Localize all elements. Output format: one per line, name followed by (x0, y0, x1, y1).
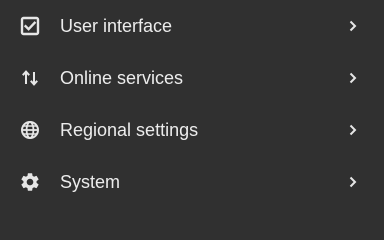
globe-icon (19, 119, 41, 141)
menu-item-system[interactable]: System (0, 156, 384, 208)
menu-item-label: User interface (60, 16, 173, 36)
settings-menu: User interface Online services Regional … (0, 0, 384, 216)
menu-item-user-interface[interactable]: User interface (0, 0, 384, 52)
chevron-right-icon (346, 175, 360, 189)
menu-item-label: Regional settings (60, 120, 199, 140)
menu-item-regional-settings[interactable]: Regional settings (0, 104, 384, 156)
chevron-right-icon (346, 71, 360, 85)
chevron-right-icon (346, 19, 360, 33)
menu-item-label: System (60, 172, 121, 192)
menu-item-online-services[interactable]: Online services (0, 52, 384, 104)
chevron-right-icon (346, 123, 360, 137)
sync-arrows-icon (19, 67, 41, 89)
checkbox-icon (19, 15, 41, 37)
menu-item-label: Online services (60, 68, 184, 88)
gear-icon (19, 171, 41, 193)
